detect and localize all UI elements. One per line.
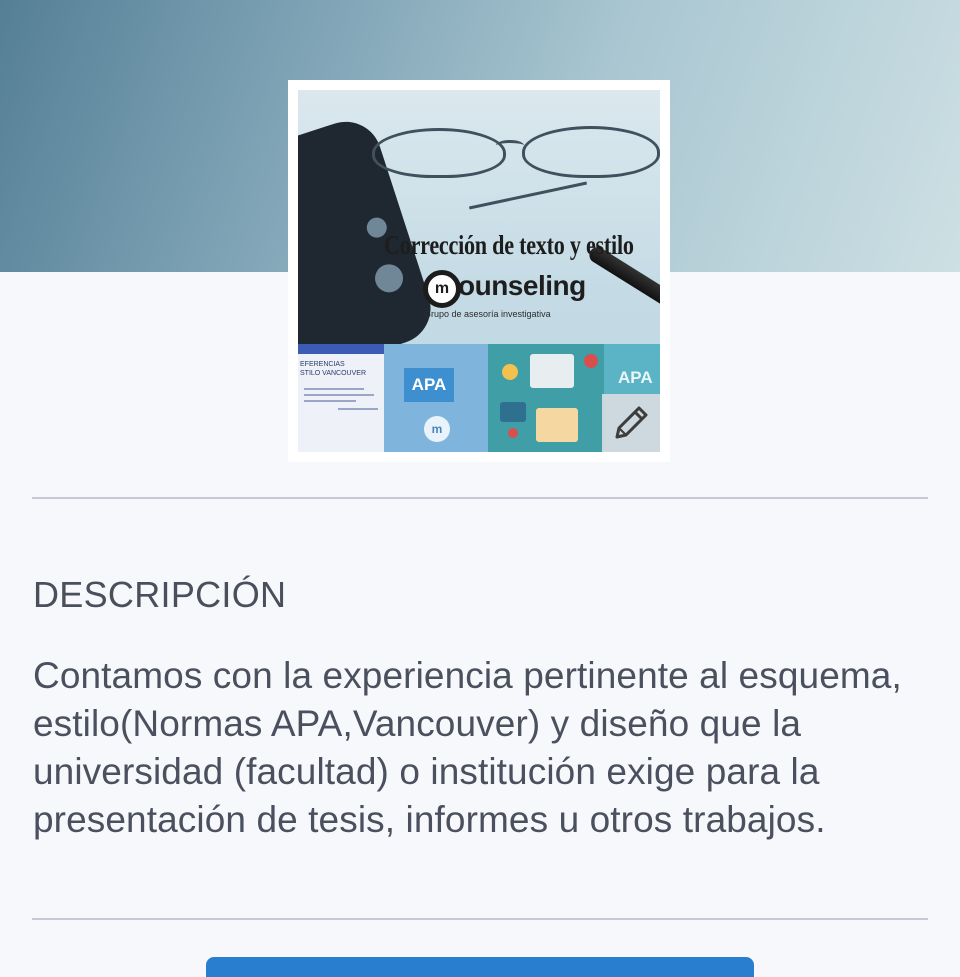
glasses-arm xyxy=(468,181,588,210)
promo-headline: Corrección de texto y estilo xyxy=(384,230,634,260)
apa-label-2: APA xyxy=(618,368,653,387)
collage-tile-icons xyxy=(488,344,604,452)
profile-picture-frame[interactable]: Corrección de texto y estilo m ounseling… xyxy=(288,80,670,462)
edit-photo-button[interactable] xyxy=(602,394,660,452)
divider-bottom xyxy=(32,918,928,920)
brand-tagline: Grupo de asesoría investigativa xyxy=(424,309,551,319)
doc-title-line2: STILO VANCOUVER xyxy=(300,370,366,377)
apa-badge: APA xyxy=(404,368,454,402)
description-text: Contamos con la experiencia pertinente a… xyxy=(33,655,902,840)
section-title-description: DESCRIPCIÓN xyxy=(33,574,287,615)
divider xyxy=(32,497,928,499)
brand-logo: m xyxy=(423,270,461,308)
apa-logo: m xyxy=(424,416,450,442)
glasses-right-lens xyxy=(522,126,660,178)
pencil-icon xyxy=(615,406,648,439)
glasses-left-lens xyxy=(372,128,506,178)
profile-picture[interactable]: Corrección de texto y estilo m ounseling… xyxy=(298,90,660,452)
brand-name: ounseling xyxy=(458,270,586,301)
doc-title-line1: EFERENCIAS xyxy=(300,361,345,368)
action-button[interactable] xyxy=(206,957,754,977)
glasses-bridge xyxy=(496,140,524,151)
collage-tile-apa: APA m xyxy=(384,344,488,452)
collage-tile-document: EFERENCIAS STILO VANCOUVER xyxy=(298,344,384,452)
